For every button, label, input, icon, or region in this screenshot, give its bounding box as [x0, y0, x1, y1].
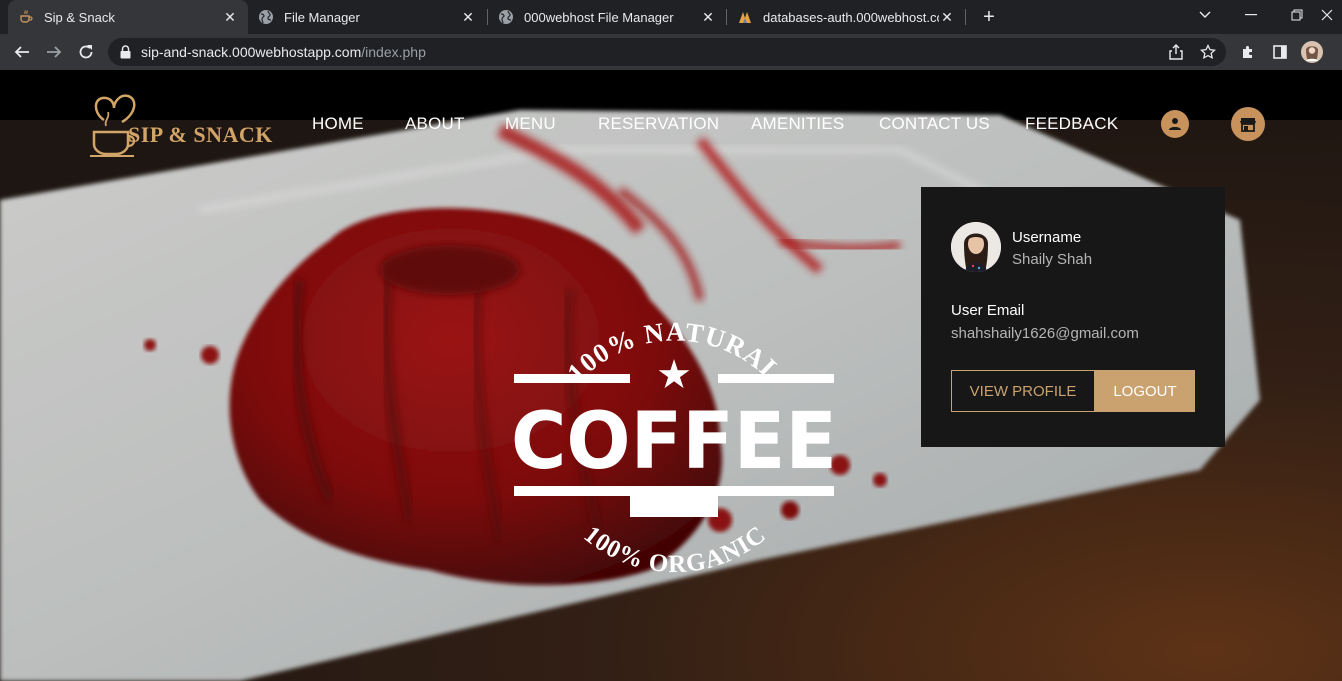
side-panel-icon[interactable]: [1268, 40, 1292, 64]
site-logo[interactable]: SIP & SNACK: [88, 92, 272, 157]
tab-title: 000webhost File Manager: [524, 9, 674, 25]
nav-contact-us[interactable]: CONTACT US: [879, 114, 990, 134]
browser-profile-avatar[interactable]: [1300, 40, 1324, 64]
close-tab-icon[interactable]: ✕: [222, 9, 238, 25]
forward-arrow-icon[interactable]: [42, 40, 66, 64]
nav-menu[interactable]: MENU: [505, 114, 556, 134]
bookmark-star-icon[interactable]: [1196, 40, 1220, 64]
site-header: SIP & SNACK HOME ABOUT MENU RESERVATION …: [0, 70, 1342, 180]
tab-databases-auth[interactable]: databases-auth.000webhost.com ✕: [727, 0, 965, 34]
username-label: Username: [1012, 229, 1082, 246]
logo-text: SIP & SNACK: [128, 122, 273, 147]
badge-main-text: COFFEE: [511, 397, 837, 487]
nav-home[interactable]: HOME: [312, 114, 364, 134]
coffee-badge-emblem: 100% NATURAL ★ COFFEE 100% ORGANIC: [500, 295, 850, 585]
extensions-puzzle-icon[interactable]: [1236, 40, 1260, 64]
new-tab-button[interactable]: +: [978, 6, 1000, 28]
web-page: 100% NATURAL ★ COFFEE 100% ORGANIC SIP &…: [0, 70, 1342, 681]
url-host: sip-and-snack.000webhostapp.com: [141, 44, 362, 60]
browser-tab-strip: Sip & Snack ✕ File Manager ✕ 000webhost …: [0, 0, 1342, 34]
profile-dropdown-card: Username Shaily Shah User Email shahshai…: [921, 187, 1225, 447]
tab-search-chevron-icon[interactable]: [1182, 0, 1228, 30]
globe-icon: [258, 9, 274, 25]
logout-button[interactable]: LOGOUT: [1095, 370, 1195, 412]
url-path: /index.php: [361, 44, 426, 60]
tab-sip-and-snack[interactable]: Sip & Snack ✕: [8, 0, 248, 34]
email-label: User Email: [951, 302, 1025, 319]
close-tab-icon[interactable]: ✕: [939, 9, 955, 25]
close-tab-icon[interactable]: ✕: [700, 9, 716, 25]
globe-icon: [498, 9, 514, 25]
reload-icon[interactable]: [74, 40, 98, 64]
close-window-button[interactable]: [1312, 0, 1342, 30]
nav-reservation[interactable]: RESERVATION: [598, 114, 719, 134]
tab-000webhost-file-manager[interactable]: 000webhost File Manager ✕: [488, 0, 726, 34]
user-account-icon[interactable]: [1161, 110, 1189, 138]
tab-separator: [965, 9, 966, 25]
user-avatar: [951, 222, 1001, 272]
view-profile-button[interactable]: VIEW PROFILE: [951, 370, 1095, 412]
minimize-button[interactable]: [1228, 0, 1274, 30]
tab-file-manager[interactable]: File Manager ✕: [248, 0, 486, 34]
close-tab-icon[interactable]: ✕: [460, 9, 476, 25]
nav-feedback[interactable]: FEEDBACK: [1025, 114, 1118, 134]
address-bar[interactable]: sip-and-snack.000webhostapp.com/index.ph…: [108, 38, 1226, 66]
badge-bottom-text: 100% ORGANIC: [579, 521, 771, 578]
badge-star-icon: ★: [656, 352, 692, 398]
phpmyadmin-icon: [737, 9, 753, 25]
username-value: Shaily Shah: [1012, 251, 1093, 268]
email-value: shahshaily1626@gmail.com: [951, 325, 1139, 342]
tab-title: Sip & Snack: [44, 9, 115, 25]
tab-title: databases-auth.000webhost.com: [763, 9, 939, 25]
tab-title: File Manager: [284, 9, 360, 25]
nav-amenities[interactable]: AMENITIES: [751, 114, 844, 134]
nav-about[interactable]: ABOUT: [405, 114, 465, 134]
cafe-favicon-icon: [18, 9, 34, 25]
lock-icon[interactable]: [120, 45, 131, 59]
back-arrow-icon[interactable]: [10, 40, 34, 64]
share-icon[interactable]: [1164, 40, 1188, 64]
store-icon[interactable]: [1231, 107, 1265, 141]
